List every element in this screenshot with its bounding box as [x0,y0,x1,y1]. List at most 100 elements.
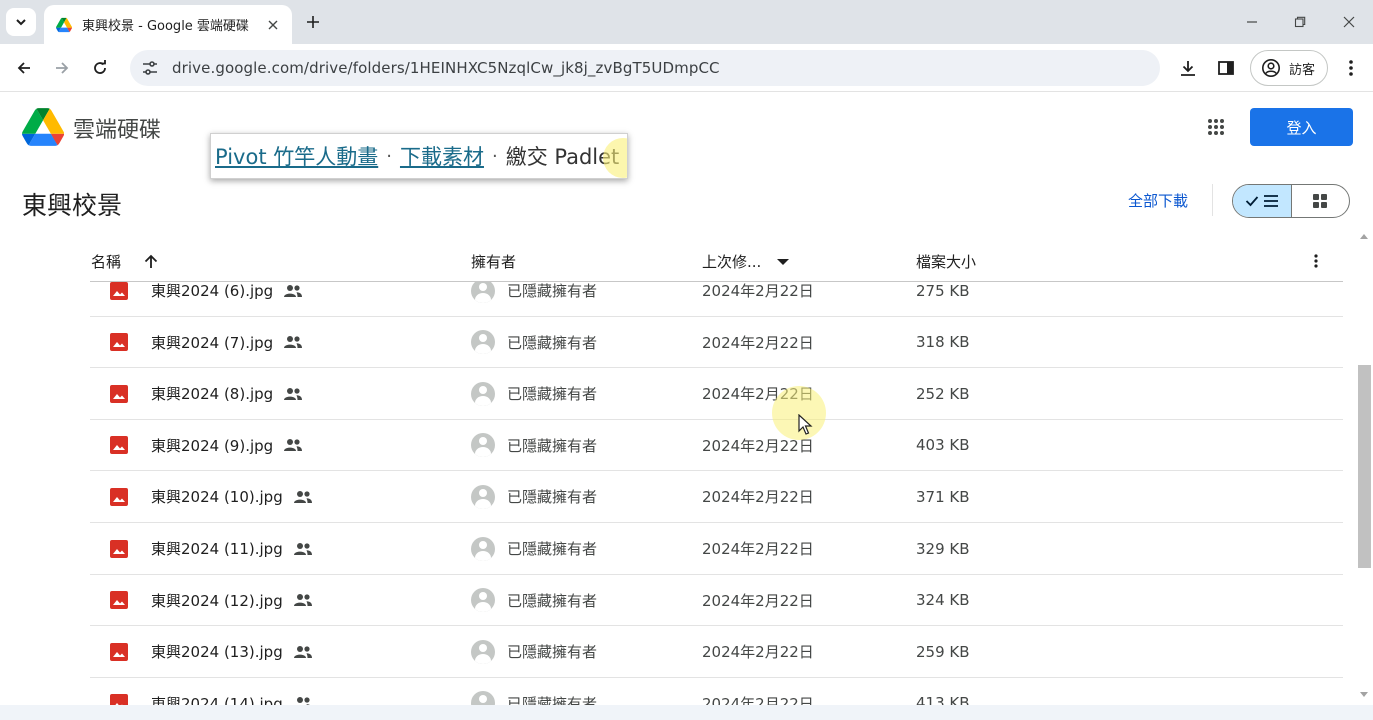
scroll-up-arrow[interactable] [1360,234,1368,239]
drive-app-name[interactable]: 雲端硬碟 [73,112,161,144]
file-size: 259 KB [916,642,970,661]
column-name[interactable]: 名稱 [91,251,163,272]
file-name[interactable]: 東興2024 (14).jpg [151,693,283,705]
file-name-cell[interactable]: 東興2024 (9).jpg [151,420,303,471]
folder-title: 東興校景 [22,191,123,220]
file-name[interactable]: 東興2024 (11).jpg [151,538,283,559]
modified-date-cell: 2024年2月22日 [702,317,814,368]
list-view-button[interactable] [1233,185,1292,217]
owner-cell: 已隱藏擁有者 [471,523,597,574]
table-row[interactable]: 東興2024 (11).jpg 已隱藏擁有者 2024年2月22日 329 KB [90,523,1343,575]
file-size-cell: 318 KB [916,317,970,368]
file-name[interactable]: 東興2024 (12).jpg [151,590,283,611]
site-info-button[interactable] [138,56,162,80]
downloads-button[interactable] [1174,54,1202,82]
owner-cell: 已隱藏擁有者 [471,678,597,705]
avatar-icon [471,381,495,406]
file-name-cell[interactable]: 東興2024 (14).jpg [151,678,313,705]
grid-view-button[interactable] [1292,185,1350,217]
shared-people-icon [293,645,312,658]
more-vert-icon [1314,254,1318,268]
address-bar[interactable]: drive.google.com/drive/folders/1HEINHXC5… [130,50,1160,86]
file-name[interactable]: 東興2024 (7).jpg [151,332,273,353]
file-name-cell[interactable]: 東興2024 (7).jpg [151,317,303,368]
back-arrow-icon [17,62,30,74]
owner-cell: 已隱藏擁有者 [471,575,597,626]
check-icon [1245,196,1258,207]
table-row[interactable]: 東興2024 (14).jpg 已隱藏擁有者 2024年2月22日 413 KB [90,678,1343,705]
owner-cell: 已隱藏擁有者 [471,317,597,368]
browser-tab[interactable]: 東興校景 - Google 雲端硬碟 [44,5,292,44]
file-name-cell[interactable]: 東興2024 (10).jpg [151,471,313,522]
minimize-icon [1247,21,1257,23]
more-vert-icon [1349,60,1353,76]
modified-date-cell: 2024年2月22日 [702,678,814,705]
file-type-cell [110,523,132,574]
file-name-cell[interactable]: 東興2024 (13).jpg [151,626,313,677]
minimize-button[interactable] [1230,8,1274,36]
reload-icon [94,60,106,74]
banner-link-pivot[interactable]: Pivot 竹竿人動畫 [215,141,378,171]
file-name[interactable]: 東興2024 (10).jpg [151,486,283,507]
file-name-cell[interactable]: 東興2024 (11).jpg [151,523,313,574]
close-window-button[interactable] [1327,8,1371,36]
arrow-up-icon[interactable] [139,254,163,270]
file-name[interactable]: 東興2024 (9).jpg [151,435,273,456]
modified-date: 2024年2月22日 [702,694,814,705]
reload-button[interactable] [86,54,114,82]
file-type-cell [110,420,132,471]
column-options-button[interactable] [1304,249,1328,273]
file-name[interactable]: 東興2024 (13).jpg [151,641,283,662]
tab-search-button[interactable] [6,8,36,36]
modified-date-cell: 2024年2月22日 [702,575,814,626]
drive-header: 雲端硬碟 登入 [0,93,1373,163]
file-size: 413 KB [916,694,970,705]
browser-menu-button[interactable] [1337,54,1365,82]
table-row[interactable]: 東興2024 (12).jpg 已隱藏擁有者 2024年2月22日 324 KB [90,575,1343,627]
banner-link-download[interactable]: 下載素材 [400,141,484,171]
table-row[interactable]: 東興2024 (9).jpg 已隱藏擁有者 2024年2月22日 403 KB [90,420,1343,472]
scroll-down-arrow[interactable] [1360,692,1368,697]
table-row[interactable]: 東興2024 (7).jpg 已隱藏擁有者 2024年2月22日 318 KB [90,317,1343,369]
image-file-icon [110,591,128,610]
side-panel-button[interactable] [1212,54,1240,82]
close-icon [1343,16,1355,28]
table-row[interactable]: 東興2024 (8).jpg 已隱藏擁有者 2024年2月22日 252 KB [90,368,1343,420]
image-file-icon [110,384,128,403]
file-size-cell: 324 KB [916,575,970,626]
image-file-icon [110,694,128,705]
drive-logo-icon[interactable] [22,108,64,146]
forward-button[interactable] [48,54,76,82]
login-button[interactable]: 登入 [1250,108,1353,146]
file-size: 403 KB [916,436,970,455]
file-name[interactable]: 東興2024 (6).jpg [151,280,273,301]
banner-separator: · [491,145,498,167]
avatar-icon [471,536,495,561]
modified-date-cell: 2024年2月22日 [702,471,814,522]
overlay-banner: Pivot 竹竿人動畫 · 下載素材 · 繳交 Padlet [210,133,628,179]
file-name-cell[interactable]: 東興2024 (12).jpg [151,575,313,626]
tab-close-button[interactable] [264,16,282,34]
file-size: 324 KB [916,591,970,610]
list-icon [1263,195,1278,207]
column-owner[interactable]: 擁有者 [471,251,516,272]
file-name-cell[interactable]: 東興2024 (8).jpg [151,368,303,419]
table-row[interactable]: 東興2024 (10).jpg 已隱藏擁有者 2024年2月22日 371 KB [90,471,1343,523]
owner-name: 已隱藏擁有者 [507,333,598,352]
column-size[interactable]: 檔案大小 [916,251,976,272]
file-name[interactable]: 東興2024 (8).jpg [151,383,273,404]
file-size: 371 KB [916,487,970,506]
google-apps-button[interactable] [1198,109,1234,145]
shared-people-icon [284,439,303,452]
restore-button[interactable] [1278,8,1322,36]
tab-strip: 東興校景 - Google 雲端硬碟 [0,0,1373,44]
table-row[interactable]: 東興2024 (13).jpg 已隱藏擁有者 2024年2月22日 259 KB [90,626,1343,678]
column-modified[interactable]: 上次修... [702,251,795,272]
drive-favicon [56,17,72,32]
new-tab-button[interactable] [300,10,326,34]
scrollbar-thumb[interactable] [1358,365,1371,568]
view-toggle [1232,184,1350,218]
download-all-button[interactable]: 全部下載 [1128,190,1188,211]
profile-button[interactable]: 訪客 [1250,50,1328,86]
back-button[interactable] [10,54,38,82]
